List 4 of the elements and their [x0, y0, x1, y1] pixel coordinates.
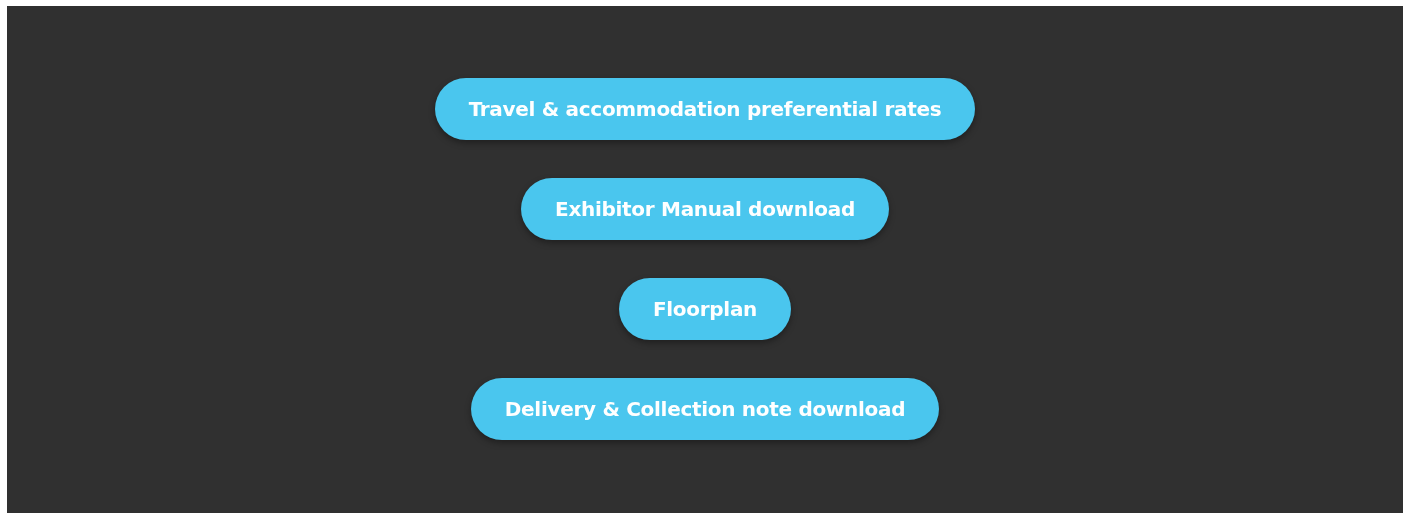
link-button[interactable]: Exhibitor Manual download: [521, 178, 889, 240]
link-button[interactable]: Floorplan: [618, 278, 792, 340]
link-button[interactable]: Delivery & Collection note download: [470, 378, 940, 440]
link-button[interactable]: Travel & accommodation preferential rates: [434, 78, 976, 140]
